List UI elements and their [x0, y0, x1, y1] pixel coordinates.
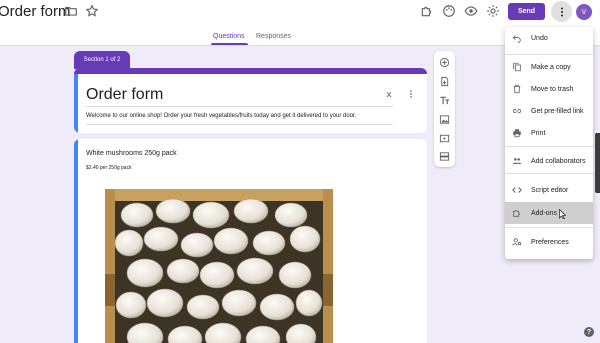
form-description[interactable]: Welcome to our online shop! Order your f… [86, 113, 356, 119]
menu-item-move-to-trash[interactable]: Move to trash [505, 78, 593, 100]
addon-puzzle-icon [512, 208, 522, 218]
add-image-icon[interactable] [439, 114, 450, 125]
side-panel-edge [595, 133, 600, 193]
form-title-card[interactable]: Order form Welcome to our online shop! O… [74, 68, 427, 133]
folder-icon[interactable] [64, 4, 78, 18]
menu-divider [505, 227, 593, 228]
more-options-menu: Undo Make a copy Move to trash Get pre-f… [505, 27, 593, 259]
addon-puzzle-icon[interactable] [420, 4, 434, 18]
copy-icon [512, 62, 522, 72]
menu-item-add-ons[interactable]: Add-ons [505, 202, 593, 224]
print-icon [512, 128, 522, 138]
preview-eye-icon[interactable] [464, 4, 478, 18]
menu-item-label: Add-ons [531, 209, 558, 217]
focus-indicator [74, 139, 78, 343]
menu-item-label: Print [531, 129, 546, 137]
more-vert-icon [560, 7, 563, 16]
add-section-icon[interactable] [439, 151, 450, 162]
mouse-cursor-icon [559, 209, 567, 219]
menu-item-get-pre-filled-link[interactable]: Get pre-filled link [505, 100, 593, 122]
send-button[interactable]: Send [508, 3, 545, 20]
doc-title[interactable]: Order form [0, 3, 71, 21]
question-title[interactable]: White mushrooms 250g pack [86, 150, 177, 157]
menu-item-print[interactable]: Print [505, 122, 593, 144]
menu-item-label: Preferences [531, 238, 569, 246]
menu-item-make-a-copy[interactable]: Make a copy [505, 56, 593, 78]
help-icon[interactable]: ? [584, 327, 594, 337]
menu-item-label: Get pre-filled link [531, 107, 584, 115]
mushroom-crate-image[interactable] [105, 189, 333, 343]
import-questions-icon[interactable] [439, 76, 450, 87]
menu-item-label: Add collaborators [531, 157, 586, 165]
focus-indicator [74, 74, 78, 133]
question-toolbar [434, 51, 455, 167]
menu-item-script-editor[interactable]: Script editor [505, 179, 593, 201]
collaborators-icon [512, 156, 522, 166]
menu-item-label: Move to trash [531, 85, 574, 93]
palette-icon[interactable] [442, 4, 456, 18]
collapse-icon[interactable] [384, 89, 394, 99]
menu-item-label: Make a copy [531, 63, 571, 71]
menu-item-label: Script editor [531, 186, 569, 194]
avatar[interactable]: V [576, 4, 592, 20]
star-icon[interactable] [85, 4, 99, 18]
menu-item-preferences[interactable]: Preferences [505, 231, 593, 253]
add-title-icon[interactable] [439, 95, 450, 106]
add-question-icon[interactable] [439, 57, 450, 68]
preferences-icon [512, 237, 522, 247]
undo-icon [512, 33, 522, 43]
add-video-icon[interactable] [439, 133, 450, 144]
more-options-button[interactable] [551, 1, 572, 22]
description-underline [86, 124, 393, 125]
menu-divider [505, 146, 593, 147]
code-icon [512, 185, 522, 195]
menu-item-label: Undo [531, 34, 548, 42]
tab-responses[interactable]: Responses [256, 33, 291, 40]
menu-item-undo[interactable]: Undo [505, 27, 593, 49]
question-card[interactable]: White mushrooms 250g pack $2.40 per 250g… [74, 139, 427, 343]
trash-icon [512, 84, 522, 94]
menu-divider [505, 173, 593, 174]
question-subtitle[interactable]: $2.40 per 250g pack [86, 165, 132, 171]
menu-divider [505, 54, 593, 55]
tab-questions[interactable]: Questions [213, 33, 245, 40]
form-title[interactable]: Order form [86, 86, 163, 104]
card-more-icon[interactable] [406, 89, 416, 99]
link-icon [512, 106, 522, 116]
menu-item-add-collaborators[interactable]: Add collaborators [505, 150, 593, 172]
title-underline [86, 106, 393, 107]
settings-gear-icon[interactable] [486, 4, 500, 18]
section-label: Section 1 of 2 [74, 51, 130, 69]
